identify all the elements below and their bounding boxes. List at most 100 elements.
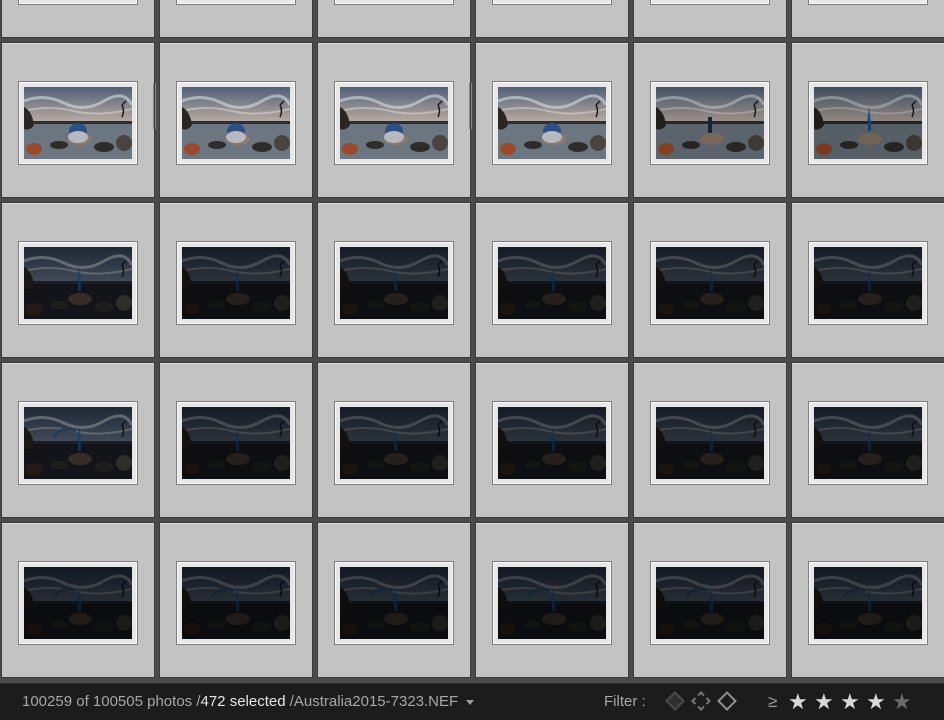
grid-cell[interactable]	[317, 0, 471, 38]
grid-cell[interactable]	[159, 42, 313, 198]
thumbnail-frame[interactable]	[334, 561, 454, 645]
thumbnail-frame[interactable]	[18, 401, 138, 485]
star-icon[interactable]: ★	[788, 689, 808, 715]
grid-cell[interactable]	[1, 0, 155, 38]
star-icon[interactable]: ★	[866, 689, 886, 715]
unflagged-icon[interactable]	[691, 691, 711, 711]
photo-thumbnail[interactable]	[498, 87, 606, 159]
grid-cell[interactable]	[791, 522, 944, 678]
thumbnail-frame[interactable]	[334, 81, 454, 165]
star-icon[interactable]: ★	[840, 689, 860, 715]
thumbnail-frame[interactable]	[650, 241, 770, 325]
thumbnail-frame[interactable]	[334, 241, 454, 325]
grid-cell[interactable]	[1, 362, 155, 518]
photo-thumbnail[interactable]	[814, 247, 922, 319]
photo-thumbnail[interactable]	[340, 87, 448, 159]
grid-cell[interactable]	[475, 522, 629, 678]
star-icon[interactable]: ★	[814, 689, 834, 715]
thumbnail-frame[interactable]	[650, 0, 770, 5]
grid-cell[interactable]	[633, 42, 787, 198]
thumbnail-frame[interactable]	[808, 0, 928, 5]
thumbnail-frame[interactable]	[334, 0, 454, 5]
thumbnail-frame[interactable]	[176, 561, 296, 645]
thumbnail-frame[interactable]	[808, 241, 928, 325]
photo-thumbnail[interactable]	[182, 87, 290, 159]
photo-thumbnail[interactable]	[24, 567, 132, 639]
photo-thumbnail[interactable]	[814, 87, 922, 159]
grid-cell[interactable]	[159, 202, 313, 358]
photo-thumbnail[interactable]	[656, 567, 764, 639]
photo-thumbnail[interactable]	[24, 247, 132, 319]
thumbnail-frame[interactable]	[492, 81, 612, 165]
grid-cell[interactable]	[1, 42, 156, 198]
thumbnail-frame[interactable]	[176, 81, 296, 165]
thumbnail-frame[interactable]	[492, 241, 612, 325]
grid-cell[interactable]	[475, 0, 629, 38]
grid-cell[interactable]	[159, 0, 313, 38]
grid-cell[interactable]	[159, 362, 313, 518]
thumbnail-frame[interactable]	[492, 0, 612, 5]
grid-cell[interactable]	[1, 522, 155, 678]
thumbnail-frame[interactable]	[808, 401, 928, 485]
photo-count-text: 100259 of 100505 photos /	[22, 693, 201, 710]
photo-thumbnail[interactable]	[656, 87, 764, 159]
grid-cell[interactable]	[317, 202, 471, 358]
thumbnail-frame[interactable]	[492, 401, 612, 485]
selected-count-text: 472 selected	[200, 693, 286, 710]
grid-cell[interactable]	[475, 362, 629, 518]
photo-thumbnail[interactable]	[656, 247, 764, 319]
grid-cell[interactable]	[317, 362, 471, 518]
grid-cell[interactable]	[791, 0, 944, 38]
photo-thumbnail[interactable]	[656, 407, 764, 479]
photo-count-info[interactable]: 100259 of 100505 photos /472 selected /A…	[22, 693, 475, 710]
rating-operator[interactable]: ≥	[768, 692, 777, 712]
stack-indicator-icon[interactable]	[153, 83, 156, 129]
grid-cell[interactable]	[475, 42, 629, 198]
photo-thumbnail[interactable]	[340, 407, 448, 479]
grid-cell[interactable]	[159, 522, 313, 678]
thumbnail-frame[interactable]	[18, 241, 138, 325]
thumbnail-frame[interactable]	[18, 81, 138, 165]
thumbnail-frame[interactable]	[18, 0, 138, 5]
grid-cell[interactable]	[475, 202, 629, 358]
photo-thumbnail[interactable]	[498, 567, 606, 639]
thumbnail-frame[interactable]	[176, 0, 296, 5]
reject-flag-icon[interactable]	[717, 691, 737, 711]
thumbnail-frame[interactable]	[650, 561, 770, 645]
photo-thumbnail[interactable]	[182, 247, 290, 319]
photo-thumbnail[interactable]	[24, 407, 132, 479]
photo-thumbnail[interactable]	[182, 567, 290, 639]
grid-cell[interactable]	[1, 202, 155, 358]
photo-thumbnail[interactable]	[498, 407, 606, 479]
thumbnail-frame[interactable]	[492, 561, 612, 645]
stack-indicator-icon[interactable]	[469, 83, 472, 129]
thumbnail-frame[interactable]	[808, 561, 928, 645]
filter-label: Filter :	[604, 693, 646, 710]
thumbnail-frame[interactable]	[176, 401, 296, 485]
grid-cell[interactable]	[317, 522, 471, 678]
thumbnail-frame[interactable]	[176, 241, 296, 325]
photo-thumbnail[interactable]	[498, 247, 606, 319]
grid-cell[interactable]	[791, 202, 944, 358]
thumbnail-frame[interactable]	[650, 401, 770, 485]
photo-thumbnail[interactable]	[340, 567, 448, 639]
photo-thumbnail[interactable]	[340, 247, 448, 319]
thumbnail-frame[interactable]	[808, 81, 928, 165]
grid-cell[interactable]	[633, 0, 787, 38]
thumbnail-frame[interactable]	[650, 81, 770, 165]
grid-cell[interactable]	[633, 362, 787, 518]
photo-thumbnail[interactable]	[24, 87, 132, 159]
pick-flag-icon[interactable]	[665, 691, 685, 711]
photo-thumbnail[interactable]	[814, 567, 922, 639]
chevron-down-icon[interactable]	[466, 699, 475, 705]
photo-thumbnail[interactable]	[814, 407, 922, 479]
grid-cell[interactable]	[633, 202, 787, 358]
grid-cell[interactable]	[791, 362, 944, 518]
thumbnail-frame[interactable]	[334, 401, 454, 485]
grid-cell[interactable]	[317, 42, 472, 198]
thumbnail-frame[interactable]	[18, 561, 138, 645]
star-icon[interactable]: ★	[892, 689, 912, 715]
grid-cell[interactable]	[791, 42, 944, 198]
grid-cell[interactable]	[633, 522, 787, 678]
photo-thumbnail[interactable]	[182, 407, 290, 479]
